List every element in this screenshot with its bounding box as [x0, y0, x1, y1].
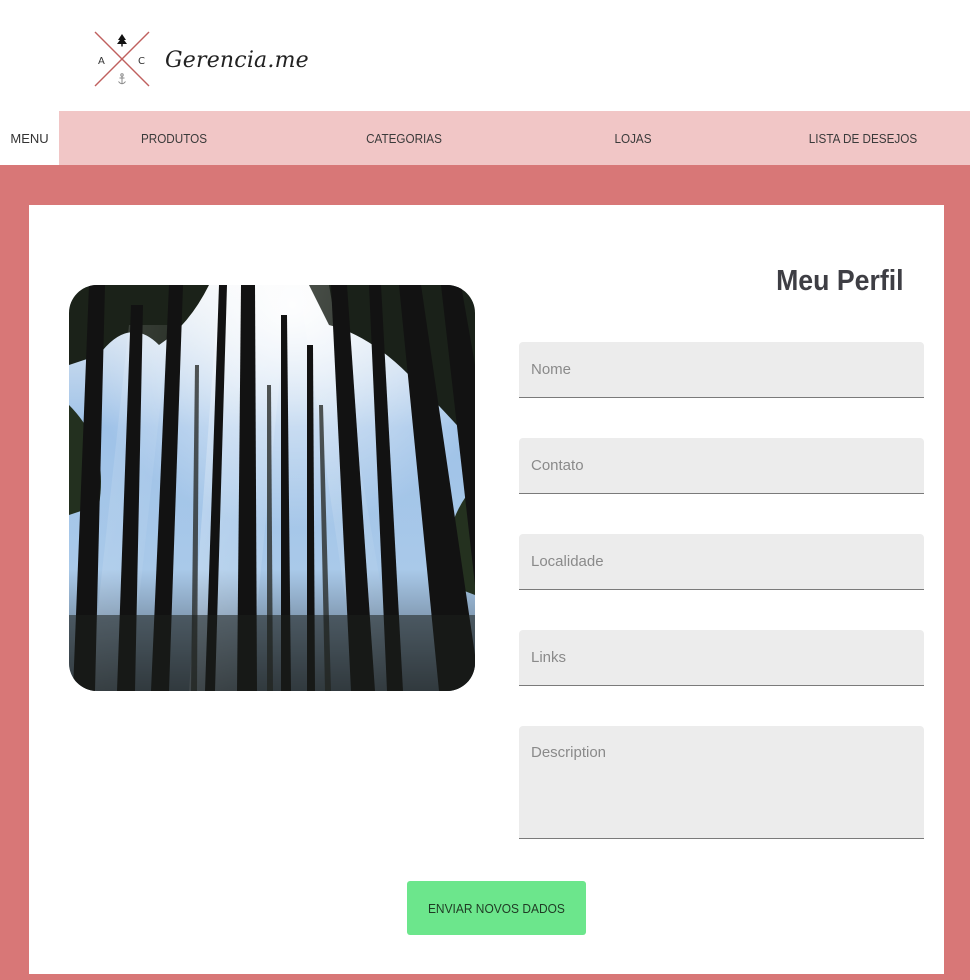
- links-input[interactable]: [519, 630, 924, 685]
- nome-field-container: [519, 342, 924, 398]
- logo-letter-c: C: [138, 56, 145, 67]
- localidade-input[interactable]: [519, 534, 924, 589]
- brand-name[interactable]: Gerencia.me: [165, 48, 309, 73]
- contato-field-container: [519, 438, 924, 494]
- main-area: Meu Perfil ENVIAR NOVOS DADOS: [0, 165, 970, 980]
- contato-input[interactable]: [519, 438, 924, 493]
- description-textarea[interactable]: [519, 726, 924, 838]
- nav-item-categorias[interactable]: CATEGORIAS: [346, 111, 461, 165]
- profile-photo[interactable]: [69, 285, 475, 691]
- nome-input[interactable]: [519, 342, 924, 397]
- main-nav: MENU PRODUTOS CATEGORIAS LOJAS LISTA DE …: [0, 111, 970, 165]
- submit-button[interactable]: ENVIAR NOVOS DADOS: [407, 881, 586, 935]
- links-field-container: [519, 630, 924, 686]
- profile-card: Meu Perfil ENVIAR NOVOS DADOS: [29, 205, 944, 974]
- description-field-container: [519, 726, 924, 839]
- logo-letter-a: A: [98, 56, 105, 67]
- forest-photo-icon: [69, 285, 475, 691]
- site-header: A C Gerencia.me: [0, 0, 970, 111]
- localidade-field-container: [519, 534, 924, 590]
- logo-icon[interactable]: A C: [93, 30, 151, 88]
- page-title: Meu Perfil: [776, 265, 904, 297]
- menu-button[interactable]: MENU: [0, 111, 59, 165]
- nav-item-lista-de-desejos[interactable]: LISTA DE DESEJOS: [797, 111, 928, 165]
- nav-item-lojas[interactable]: LOJAS: [594, 111, 671, 165]
- nav-item-produtos[interactable]: PRODUTOS: [120, 111, 228, 165]
- submit-button-label: ENVIAR NOVOS DADOS: [428, 900, 565, 916]
